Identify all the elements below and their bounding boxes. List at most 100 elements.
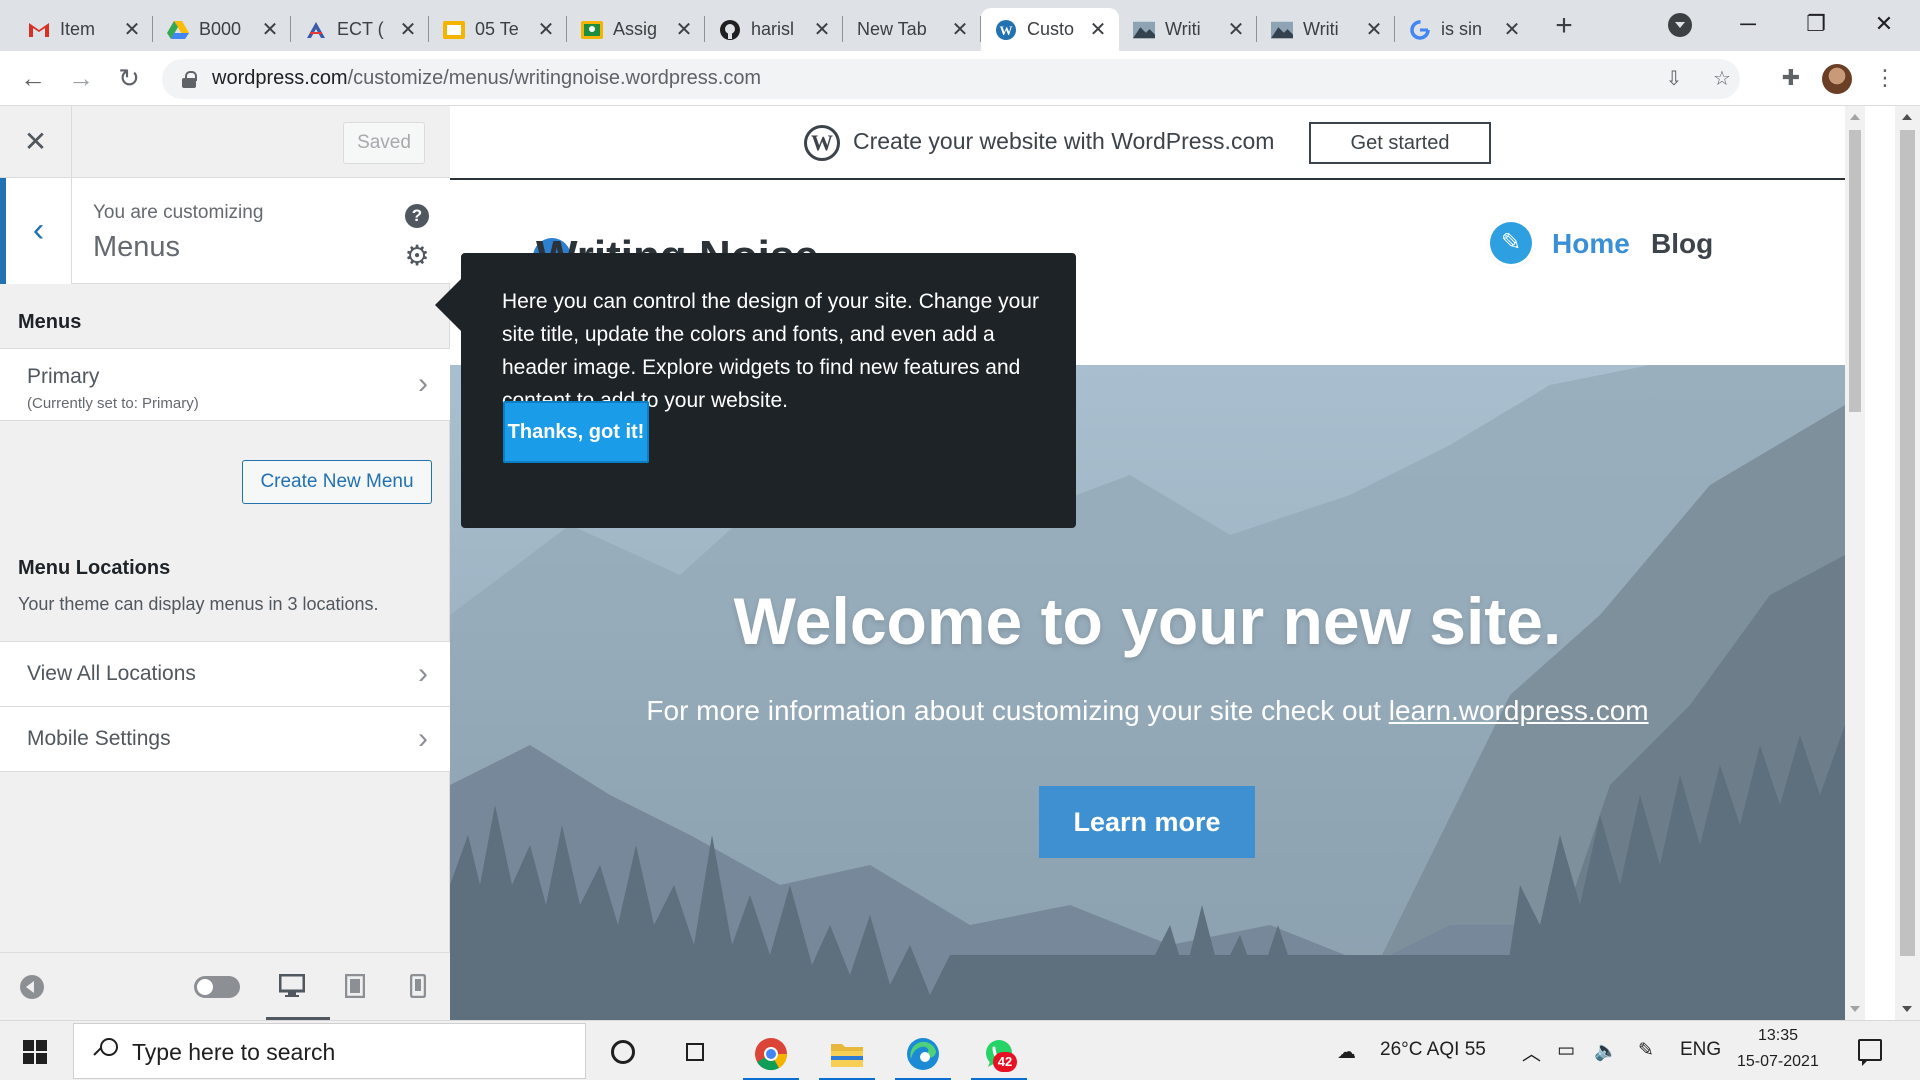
close-window-icon[interactable]: ✕: [1854, 4, 1914, 44]
tab-search-icon[interactable]: [1668, 13, 1692, 37]
close-tab-icon[interactable]: ✕: [949, 19, 971, 41]
battery-icon[interactable]: ▭: [1557, 1039, 1575, 1062]
desktop-preview-icon[interactable]: [266, 969, 330, 1021]
page-scrollbar[interactable]: [1895, 106, 1920, 1020]
tab-drive[interactable]: B000 ✕: [153, 8, 291, 51]
back-chevron-icon[interactable]: ‹: [0, 178, 72, 284]
tab-title: Item: [60, 19, 96, 39]
close-tab-icon[interactable]: ✕: [1225, 19, 1247, 41]
search-placeholder: Type here to search: [132, 1039, 336, 1065]
tab-new-tab[interactable]: New Tab ✕: [843, 8, 981, 51]
tab-ect[interactable]: ECT ( ✕: [291, 8, 429, 51]
close-customizer-icon[interactable]: ✕: [0, 106, 72, 178]
nav-home-link[interactable]: Home: [1552, 228, 1630, 260]
volume-icon[interactable]: 🔈: [1594, 1039, 1618, 1063]
mobile-preview-icon[interactable]: [398, 969, 438, 1003]
page-scrollbar-thumb[interactable]: [1900, 130, 1915, 956]
address-bar[interactable]: wordpress.com/customize/menus/writingnoi…: [162, 59, 1740, 99]
gmail-icon: [28, 19, 50, 41]
close-tab-icon[interactable]: ✕: [397, 19, 419, 41]
tab-classroom[interactable]: Assig ✕: [567, 8, 705, 51]
close-tab-icon[interactable]: ✕: [535, 19, 557, 41]
pen-icon[interactable]: ✎: [1638, 1039, 1654, 1062]
menu-primary-sub: (Currently set to: Primary): [27, 395, 199, 412]
url-text[interactable]: wordpress.com/customize/menus/writingnoi…: [212, 67, 761, 90]
browser-toolbar: ← → ↻ wordpress.com/customize/menus/writ…: [0, 51, 1920, 106]
close-tab-icon[interactable]: ✕: [1501, 19, 1523, 41]
tab-google-search[interactable]: is sin ✕: [1395, 8, 1533, 51]
wordpress-icon: W: [995, 19, 1017, 41]
restore-icon[interactable]: ❐: [1786, 4, 1846, 44]
close-tab-icon[interactable]: ✕: [259, 19, 281, 41]
landscape-icon: [1133, 19, 1155, 41]
tab-customize-active[interactable]: W Custo ✕: [981, 8, 1119, 51]
nav-blog-link[interactable]: Blog: [1651, 228, 1713, 260]
edge-taskbar-icon[interactable]: [893, 1029, 953, 1080]
tab-title: B000: [199, 19, 242, 39]
windows-start-icon[interactable]: [23, 1040, 47, 1064]
site-preview: W Create your website with WordPress.com…: [450, 106, 1845, 1020]
learn-more-button[interactable]: Learn more: [1039, 786, 1255, 858]
taskbar-search-box[interactable]: Type here to search: [73, 1023, 586, 1079]
saved-button[interactable]: Saved: [343, 122, 425, 164]
tab-writing-noise-1[interactable]: Writi ✕: [1119, 8, 1257, 51]
forward-icon[interactable]: →: [64, 61, 98, 95]
help-icon[interactable]: ?: [405, 204, 429, 228]
clock-time[interactable]: 13:35: [1758, 1027, 1798, 1045]
weather-icon[interactable]: ☁: [1337, 1041, 1356, 1064]
cortana-icon[interactable]: [611, 1040, 635, 1064]
tab-slides[interactable]: 05 Te ✕: [429, 8, 567, 51]
notification-center-icon[interactable]: [1858, 1039, 1882, 1066]
get-started-button[interactable]: Get started: [1309, 122, 1491, 164]
profile-avatar[interactable]: [1822, 64, 1852, 94]
tab-title: harisl: [751, 19, 795, 39]
install-icon[interactable]: ⇩: [1662, 67, 1686, 91]
language-indicator[interactable]: ENG: [1680, 1039, 1721, 1061]
close-tab-icon[interactable]: ✕: [811, 19, 833, 41]
thanks-got-it-button[interactable]: Thanks, got it!: [503, 401, 649, 463]
preview-scrollbar-thumb[interactable]: [1849, 130, 1861, 412]
weather-readout[interactable]: 26°C AQI 55: [1380, 1039, 1486, 1061]
menu-item-primary[interactable]: Primary (Currently set to: Primary) ›: [0, 348, 450, 421]
tab-gmail[interactable]: Item ✕: [14, 8, 153, 51]
tab-writing-noise-2[interactable]: Writi ✕: [1257, 8, 1395, 51]
tab-title: New Tab: [857, 19, 927, 39]
learn-wordpress-link[interactable]: learn.wordpress.com: [1389, 695, 1649, 726]
preview-scrollbar[interactable]: [1845, 106, 1865, 1020]
bookmark-star-icon[interactable]: ☆: [1710, 67, 1734, 91]
menu-kebab-icon[interactable]: ⋮: [1870, 63, 1900, 93]
extensions-icon[interactable]: ✚: [1776, 63, 1806, 93]
landscape-icon: [1271, 19, 1293, 41]
toggle-icon[interactable]: [194, 976, 240, 998]
close-tab-icon[interactable]: ✕: [121, 19, 143, 41]
gear-icon[interactable]: ⚙: [403, 242, 431, 270]
mobile-settings-item[interactable]: Mobile Settings ›: [0, 706, 450, 772]
view-all-locations-label: View All Locations: [27, 662, 196, 685]
customizing-label: You are customizing: [93, 202, 264, 223]
close-tab-icon[interactable]: ✕: [1087, 19, 1109, 41]
tab-title: Assig: [613, 19, 658, 39]
close-tab-icon[interactable]: ✕: [1363, 19, 1385, 41]
classroom-icon: [581, 19, 603, 41]
view-all-locations-item[interactable]: View All Locations ›: [0, 641, 450, 707]
tab-title: ECT (: [337, 19, 384, 39]
minimize-icon[interactable]: ─: [1718, 4, 1778, 44]
tablet-preview-icon[interactable]: [335, 969, 375, 1003]
file-explorer-taskbar-icon[interactable]: [817, 1029, 877, 1080]
task-view-icon[interactable]: [682, 1039, 708, 1063]
chevron-up-icon[interactable]: ︿: [1522, 1039, 1541, 1066]
back-icon[interactable]: ←: [16, 61, 50, 95]
close-tab-icon[interactable]: ✕: [673, 19, 695, 41]
lock-icon[interactable]: [182, 71, 197, 88]
windows-taskbar: Type here to search 42 ☁ 26°C AQI 55 ︿ ▭…: [0, 1020, 1920, 1080]
chevron-right-icon: ›: [418, 722, 428, 755]
collapse-sidebar-icon[interactable]: [20, 975, 44, 999]
chrome-taskbar-icon[interactable]: [741, 1029, 801, 1080]
google-drive-icon: [167, 19, 189, 41]
create-new-menu-button[interactable]: Create New Menu: [242, 460, 432, 504]
clock-date[interactable]: 15-07-2021: [1737, 1053, 1819, 1071]
new-tab-button[interactable]: +: [1548, 11, 1580, 44]
tab-github[interactable]: harisl ✕: [705, 8, 843, 51]
edit-pencil-icon[interactable]: [1490, 222, 1532, 264]
reload-icon[interactable]: ↻: [112, 61, 146, 95]
